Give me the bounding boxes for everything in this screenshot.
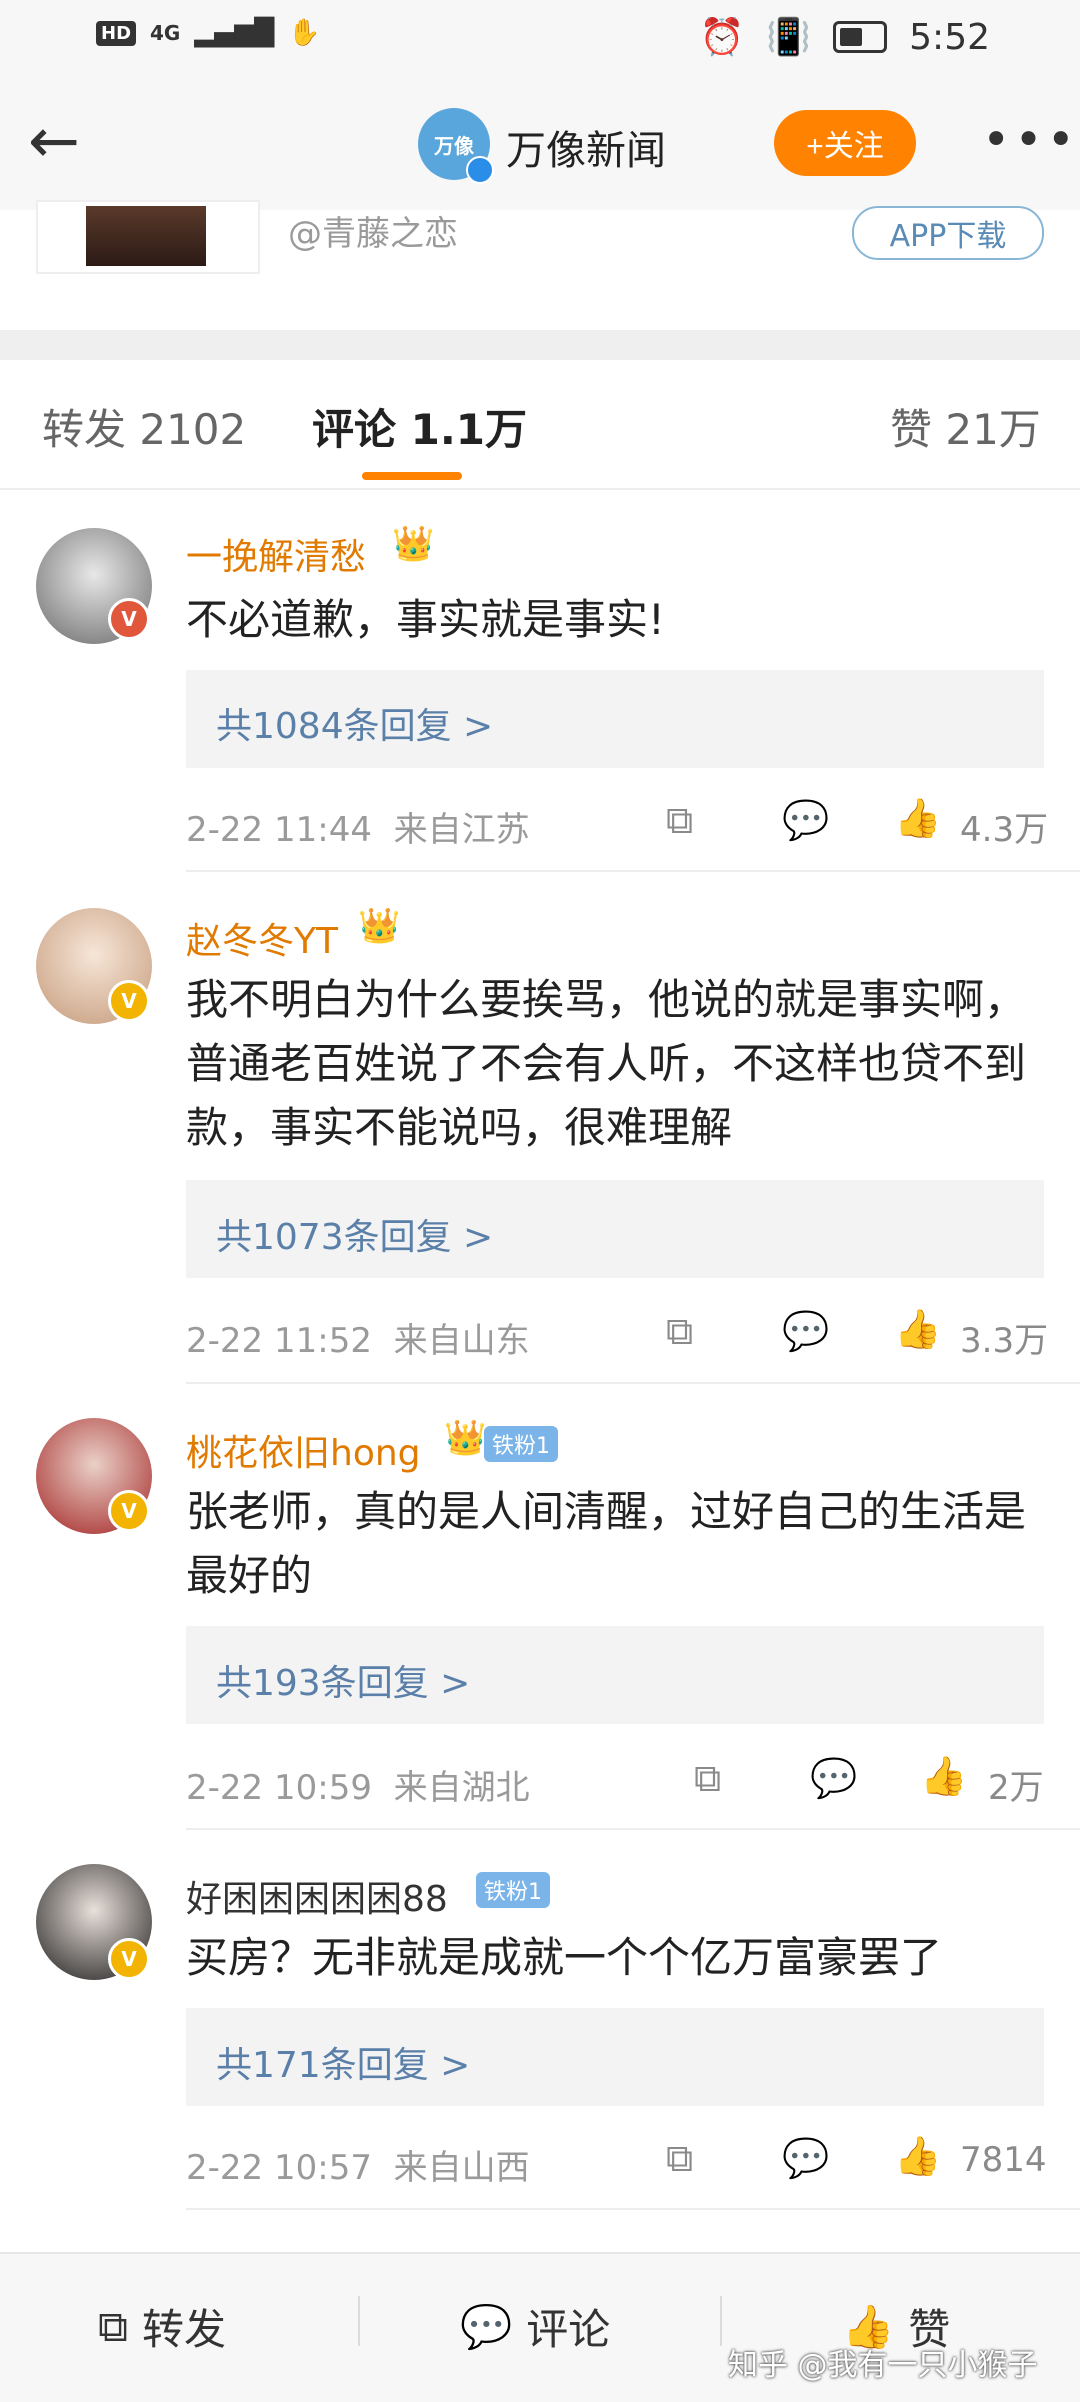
- verified-icon: V: [108, 1490, 150, 1532]
- share-icon[interactable]: ⧉: [666, 798, 693, 843]
- tab-divider: [0, 488, 1080, 490]
- comment-meta: 2-22 11:44 来自江苏: [186, 802, 530, 851]
- comment-author[interactable]: 一挽解清愁: [186, 528, 366, 580]
- signal-icon: ▂▄▆█: [194, 18, 275, 48]
- verified-icon: [466, 156, 494, 184]
- vibrate-icon: 📳: [766, 17, 812, 58]
- comment-text: 我不明白为什么要挨骂，他说的就是事实啊，普通老百姓说了不会有人听，不这样也贷不到…: [186, 975, 1027, 1152]
- comment-icon[interactable]: 💬: [782, 798, 829, 843]
- comment-time: 2-22 11:44: [186, 810, 372, 850]
- battery-icon: [833, 21, 888, 53]
- comment-text: 张老师，真的是人间清醒，过好自己的生活是最好的: [186, 1487, 1027, 1600]
- verified-icon: V: [108, 980, 150, 1022]
- fan-badge: 铁粉1: [476, 1872, 550, 1908]
- repost-label: 转发: [142, 2305, 227, 2354]
- comment-text: 买房？无非就是成就一个个亿万富豪罢了: [186, 1933, 943, 1982]
- crown-icon: 👑: [358, 906, 401, 946]
- thumbs-up-icon[interactable]: 👍: [894, 796, 941, 841]
- share-icon: ⧉: [98, 2301, 128, 2351]
- comment-location: 来自湖北: [393, 1768, 530, 1808]
- fan-badge: 铁粉1: [484, 1426, 558, 1462]
- comment-separator: [186, 2208, 1080, 2210]
- comment-time: 2-22 11:52: [186, 1321, 372, 1361]
- follow-button[interactable]: +关注: [774, 110, 916, 176]
- status-right: ⏰ 📳 5:52: [699, 16, 991, 59]
- like-count: 7814: [960, 2140, 1047, 2180]
- comment-meta: 2-22 10:59 来自湖北: [186, 1760, 530, 1809]
- tab-like[interactable]: 赞 21万: [890, 396, 1041, 457]
- network-label: 4G: [150, 21, 181, 45]
- comment-meta: 2-22 10:57 来自山西: [186, 2140, 530, 2189]
- comment-icon[interactable]: 💬: [782, 1309, 829, 1354]
- comment-author[interactable]: 桃花依旧hong: [186, 1424, 421, 1476]
- tab-comment[interactable]: 评论 1.1万: [312, 396, 527, 457]
- tab-repost[interactable]: 转发 2102: [42, 396, 246, 457]
- comment-icon[interactable]: 💬: [782, 2136, 829, 2181]
- comment-location: 来自山西: [393, 2148, 530, 2188]
- verified-icon: V: [108, 598, 150, 640]
- like-count: 3.3万: [960, 1321, 1049, 1361]
- app-download-button[interactable]: APP下载: [852, 206, 1044, 260]
- comment-button[interactable]: 💬 评论: [460, 2296, 610, 2357]
- like-count: 2万: [988, 1768, 1044, 1808]
- comment-separator: [186, 1828, 1080, 1830]
- comment-time: 2-22 10:59: [186, 1768, 372, 1808]
- thumbnail-image: [86, 206, 206, 266]
- comment-author[interactable]: 赵冬冬YT: [186, 912, 338, 964]
- arrow-left-icon[interactable]: ←: [28, 110, 80, 172]
- reply-count-link[interactable]: 共1073条回复 >: [216, 1208, 493, 1260]
- crown-icon: 👑: [444, 1418, 487, 1458]
- comment-location: 来自山东: [393, 1321, 530, 1361]
- thumbs-up-icon[interactable]: 👍: [894, 1307, 941, 1352]
- comment-location: 来自江苏: [393, 810, 530, 850]
- comment-text: 不必道歉，事实就是事实!: [186, 595, 665, 644]
- section-divider: [0, 330, 1080, 360]
- comment-label: 评论: [526, 2305, 611, 2354]
- watermark: 知乎 @我有一只小猴子: [728, 2348, 1038, 2383]
- comment-separator: [186, 870, 1080, 872]
- reply-count-link[interactable]: 共193条回复 >: [216, 1654, 470, 1706]
- crown-icon: 👑: [392, 524, 435, 564]
- account-title[interactable]: 万像新闻: [506, 118, 666, 176]
- comment-meta: 2-22 11:52 来自山东: [186, 1313, 530, 1362]
- comment-time: 2-22 10:57: [186, 2148, 372, 2188]
- status-left: HD 4G ▂▄▆█ ✋: [96, 18, 321, 48]
- reply-count-link[interactable]: 共1084条回复 >: [216, 697, 493, 749]
- comment-icon: 💬: [460, 2301, 513, 2351]
- share-icon[interactable]: ⧉: [666, 2136, 693, 2181]
- verified-icon: V: [108, 1938, 150, 1980]
- comment-author[interactable]: 好困困困困困88: [186, 1870, 448, 1922]
- like-count: 4.3万: [960, 810, 1049, 850]
- more-dots-icon[interactable]: •••: [982, 112, 1079, 168]
- bottom-divider: [720, 2296, 722, 2346]
- hd-icon: HD: [96, 20, 137, 46]
- thumbs-up-icon[interactable]: 👍: [894, 2134, 941, 2179]
- hand-icon: ✋: [288, 18, 321, 48]
- share-icon[interactable]: ⧉: [694, 1756, 721, 1801]
- thumbs-up-icon[interactable]: 👍: [920, 1754, 967, 1799]
- comment-separator: [186, 1382, 1080, 1384]
- share-icon[interactable]: ⧉: [666, 1309, 693, 1354]
- repost-button[interactable]: ⧉ 转发: [98, 2296, 226, 2357]
- reply-count-link[interactable]: 共171条回复 >: [216, 2036, 470, 2088]
- comment-icon[interactable]: 💬: [810, 1756, 857, 1801]
- active-tab-indicator: [362, 472, 462, 480]
- bottom-divider: [358, 2296, 360, 2346]
- clock: 5:52: [909, 16, 990, 58]
- source-handle[interactable]: @青藤之恋: [288, 206, 458, 255]
- alarm-icon: ⏰: [699, 17, 745, 58]
